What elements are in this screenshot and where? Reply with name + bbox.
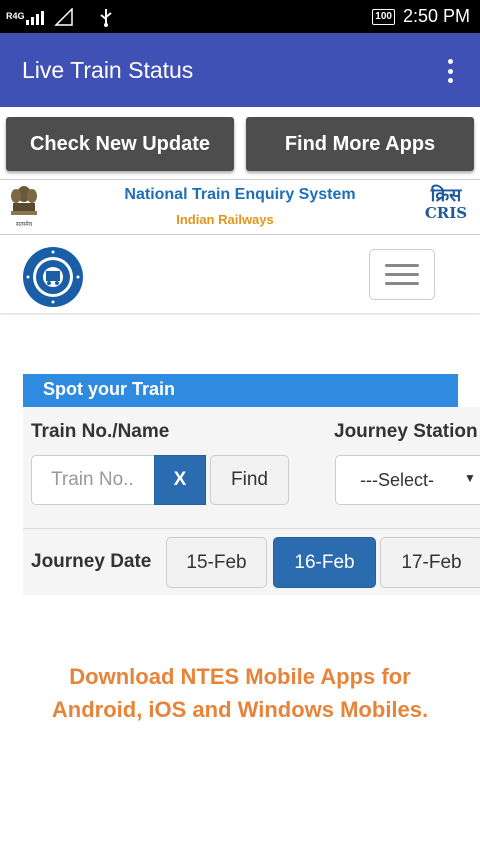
train-search-input[interactable]: Train No.. (31, 455, 154, 505)
hamburger-menu-icon[interactable] (369, 249, 435, 300)
clock: 2:50 PM (402, 6, 470, 26)
banner-title: National Train Enquiry System (124, 186, 356, 203)
spot-train-header: Spot your Train (23, 374, 458, 407)
check-update-button[interactable]: Check New Update (6, 117, 234, 171)
find-more-apps-button[interactable]: Find More Apps (246, 117, 474, 171)
train-label: Train No./Name (31, 421, 170, 442)
date-button-16-feb-selected[interactable]: 16-Feb (273, 537, 376, 588)
signal-empty-icon (54, 7, 73, 26)
clear-button[interactable]: X (154, 455, 206, 505)
overflow-menu-icon[interactable] (438, 59, 462, 83)
caret-down-icon: ▼ (464, 471, 476, 485)
status-bar: R4G 100 2:50 PM (0, 0, 480, 33)
cris-english-text: CRIS (424, 204, 468, 222)
app-title: Live Train Status (22, 56, 194, 83)
date-button-15-feb[interactable]: 15-Feb (166, 537, 267, 588)
download-apps-link[interactable]: Download NTES Mobile Apps for Android, i… (40, 660, 440, 726)
site-navbar (0, 236, 480, 314)
indian-railways-logo-icon (23, 247, 83, 307)
network-type: R4G (6, 11, 25, 21)
date-button-17-feb[interactable]: 17-Feb (380, 537, 480, 588)
cris-hindi-text: क्रिस (430, 185, 462, 206)
find-button[interactable]: Find (210, 455, 289, 505)
journey-station-select[interactable]: ---Select- ▼ (335, 455, 480, 505)
action-row: Check New Update Find More Apps (0, 107, 480, 179)
battery-icon: 100 (372, 8, 395, 25)
app-bar: Live Train Status (0, 33, 480, 107)
station-label: Journey Station (334, 421, 478, 442)
station-select-value: ---Select- (360, 469, 435, 490)
divider (23, 528, 480, 529)
spot-train-panel: Train No./Name Journey Station Train No.… (23, 407, 480, 595)
cris-logo: क्रिस CRIS (416, 186, 476, 221)
signal-icon (26, 10, 44, 25)
usb-icon (100, 8, 112, 27)
ntes-banner: सत्यमेव National Train Enquiry System In… (0, 179, 480, 235)
banner-subtitle: Indian Railways (176, 212, 274, 227)
journey-date-label: Journey Date (31, 551, 152, 572)
